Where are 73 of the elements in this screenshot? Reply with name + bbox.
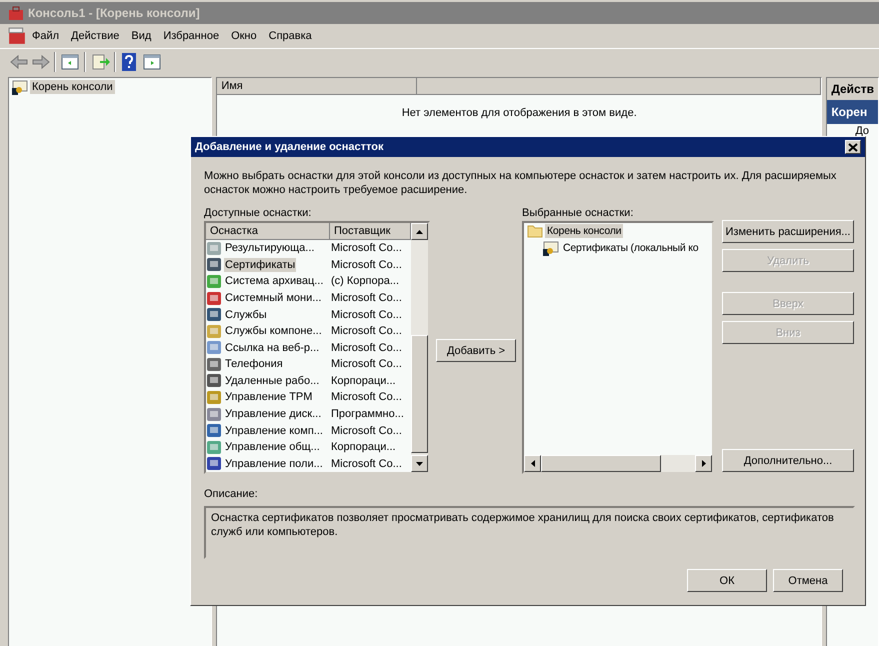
export-list-icon[interactable]: [90, 52, 110, 72]
available-label: Доступные оснастки:: [204, 207, 312, 221]
folder-icon: [527, 224, 543, 238]
vendor-cell: (c) Корпора...: [330, 274, 400, 288]
column-header[interactable]: Поставщик: [330, 223, 411, 240]
menu-item[interactable]: Вид: [125, 30, 158, 42]
toolbox-icon: [8, 5, 24, 21]
toolbox-icon[interactable]: [8, 27, 26, 45]
snap-in-name[interactable]: Ссылка на веб-р...: [224, 340, 320, 355]
window-title: Консоль1 - [Корень консоли]: [28, 6, 200, 20]
panel-icon[interactable]: [60, 52, 80, 72]
vendor-cell: Корпораци...: [330, 374, 397, 388]
snap-in-name[interactable]: Система архивац...: [224, 274, 324, 288]
close-button[interactable]: [845, 140, 861, 154]
snap-in-name[interactable]: Телефония: [224, 357, 284, 372]
snap-in-name[interactable]: Управление комп...: [224, 424, 324, 438]
snap-in-name[interactable]: Управление поли...: [224, 456, 324, 471]
menu-item[interactable]: Действие: [65, 30, 126, 42]
snap-in-name[interactable]: Службы компоне...: [224, 324, 323, 338]
vendor-cell: Microsoft Co...: [330, 390, 403, 404]
actions-section[interactable]: Корен: [827, 100, 878, 124]
dialog-button[interactable]: ОК: [687, 569, 767, 592]
vendor-cell: Корпораци...: [330, 440, 397, 454]
selected-label: Выбранные оснастки:: [522, 207, 634, 221]
horizontal-scrollbar[interactable]: [524, 455, 712, 472]
tree-item[interactable]: Корень консоли: [545, 224, 624, 238]
menu-item[interactable]: Окно: [225, 30, 263, 42]
column-header[interactable]: Оснастка: [206, 223, 330, 240]
right-arrow-icon[interactable]: [702, 460, 706, 467]
tree-item[interactable]: Сертификаты (локальный ко: [561, 241, 700, 255]
forward-arrow-icon[interactable]: [32, 54, 50, 70]
snap-in-name[interactable]: Результирующа...: [224, 241, 316, 256]
description-text: Оснастка сертификатов позволяет просматривать содержимое хранилищ для поиска своих сертификатов, сертификатов служб или компьютеров.: [211, 512, 834, 538]
snap-in-name[interactable]: Управление TPM: [224, 390, 314, 404]
menu-item[interactable]: Избранное: [157, 30, 226, 42]
snap-in-name[interactable]: Удаленные рабо...: [224, 374, 320, 388]
snap-in-name[interactable]: Управление диск...: [224, 407, 322, 422]
vendor-cell: Microsoft Co...: [330, 424, 403, 438]
vendor-cell: Microsoft Co...: [330, 340, 403, 355]
down-arrow-icon[interactable]: [416, 462, 423, 466]
action-item[interactable]: До: [827, 124, 878, 137]
snap-in-name[interactable]: Системный мони...: [224, 291, 322, 306]
dialog-button[interactable]: Отмена: [773, 569, 843, 592]
empty-message: Нет элементов для отображения в этом виде.: [402, 107, 637, 119]
vendor-cell: Microsoft Co...: [330, 324, 403, 338]
snap-in-name[interactable]: Сертификаты: [224, 258, 296, 272]
certificate-icon: [543, 240, 559, 256]
dialog-title: Добавление и удаление оснастток: [195, 141, 384, 153]
menu-item[interactable]: Файл: [26, 30, 66, 42]
advanced-button[interactable]: Дополнительно...: [722, 449, 854, 472]
vendor-cell: Microsoft Co...: [330, 308, 403, 322]
panel-icon[interactable]: [142, 52, 162, 72]
tree-item[interactable]: Корень консоли: [30, 80, 115, 94]
vendor-cell: Microsoft Co...: [330, 357, 403, 372]
action-button[interactable]: Изменить расширения...: [722, 220, 854, 243]
add-button[interactable]: Добавить >: [436, 339, 516, 362]
back-arrow-icon[interactable]: [10, 54, 28, 70]
menu-item[interactable]: Справка: [262, 30, 318, 42]
help-icon[interactable]: [120, 52, 138, 72]
column-header[interactable]: Имя: [217, 78, 418, 95]
vendor-cell: Microsoft Co...: [330, 258, 403, 272]
vertical-scrollbar[interactable]: [411, 223, 428, 472]
snap-in-name[interactable]: Управление общ...: [224, 440, 321, 454]
snap-in-name[interactable]: Службы: [224, 308, 268, 322]
intro-text: Можно выбрать оснастки для этой консоли из доступных на компьютере оснасток и затем настроить их. Для расширяемых оснасток можно настроить требуемое расширение.: [204, 169, 838, 197]
vendor-cell: Microsoft Co...: [330, 241, 403, 256]
left-arrow-icon[interactable]: [530, 460, 534, 467]
vendor-cell: Microsoft Co...: [330, 456, 403, 471]
vendor-cell: Microsoft Co...: [330, 291, 403, 306]
description-label: Описание:: [204, 488, 259, 502]
actions-header: Действ: [827, 78, 878, 100]
up-arrow-icon[interactable]: [416, 230, 423, 234]
vendor-cell: Программно...: [330, 407, 405, 422]
